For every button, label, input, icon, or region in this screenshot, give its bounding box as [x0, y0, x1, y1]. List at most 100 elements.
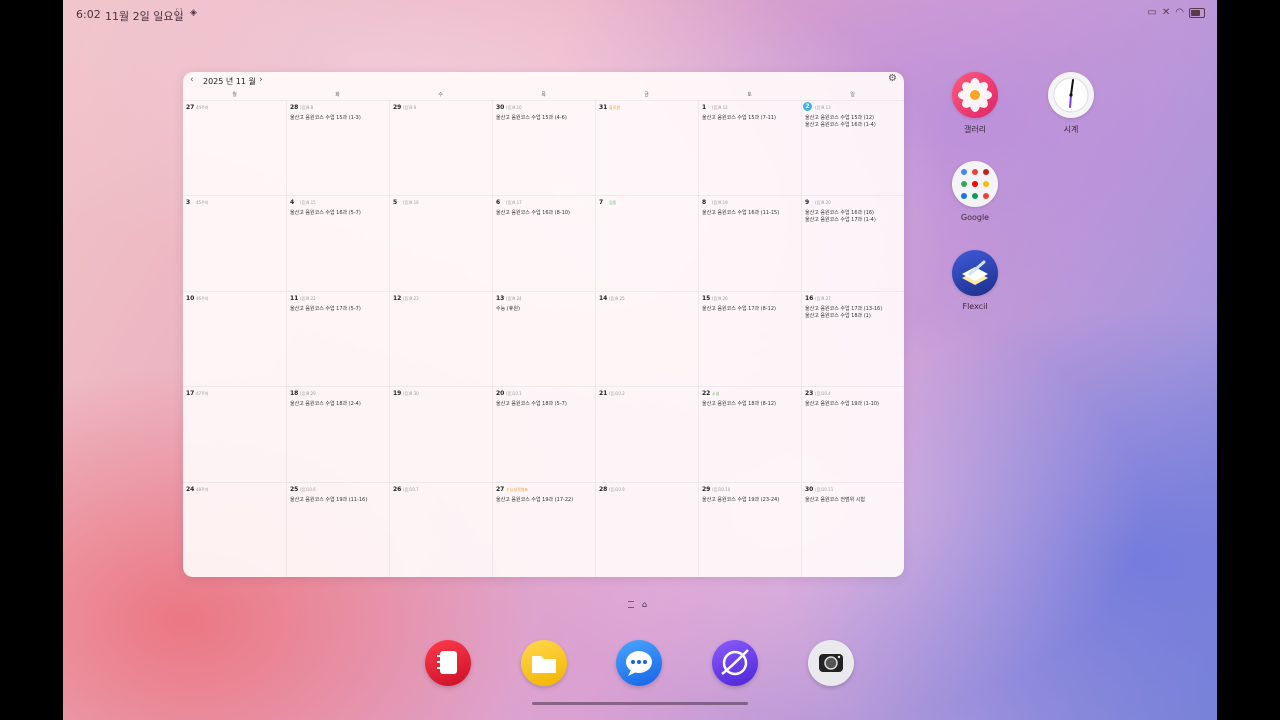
calendar-day-cell[interactable]: 17 47주차 [183, 387, 286, 482]
home-indicator[interactable] [532, 702, 748, 705]
calendar-day-cell[interactable]: 28 (음)10.9 [595, 482, 698, 577]
battery-icon [1189, 7, 1205, 18]
calendar-day-cell[interactable]: 12 (음)9.23 [389, 291, 492, 387]
calendar-day-cell[interactable]: 19 (음)9.30 [389, 387, 492, 483]
calendar-week-row: 17 47주차 18 (음)9.29 울산고 음원코스 수업 18과 (2-4) 19 (음… [183, 386, 904, 483]
app-google-folder[interactable]: Google [945, 161, 1005, 222]
calendar-day-cell[interactable]: 11 (음)9.22 울산고 음원코스 수업 17과 (5-7) [286, 291, 389, 387]
day-number: 25 [290, 485, 299, 493]
calendar-event[interactable]: 울산고 음원코스 수업 17과 (1-4) [805, 216, 876, 223]
calendar-day-cell[interactable]: 30 (음)10.11 울산고 음원코스 전범위 시험 [801, 482, 904, 577]
day-sublabel: (음)9.15 [300, 200, 316, 206]
calendar-event[interactable]: 울산고 음원코스 수업 17과 (5-7) [290, 305, 361, 312]
calendar-event[interactable]: 울산고 음원코스 수업 16과 (16) [805, 209, 874, 216]
day-sublabel: (음)9.23 [403, 295, 419, 301]
calendar-day-cell[interactable]: 22 소설 울산고 음원코스 수업 18과 (8-12) [698, 387, 801, 483]
calendar-day-cell[interactable]: 29 (음)10.10 울산고 음원코스 수업 19과 (23-24) [698, 482, 801, 577]
page-list-icon[interactable] [628, 601, 634, 608]
prev-month-button[interactable]: ‹ [190, 75, 194, 85]
weekday-label: 화 [335, 92, 340, 98]
home-page-icon[interactable]: ⌂ [642, 600, 647, 609]
calendar-event[interactable]: 울산고 음원코스 수업 18과 (8-12) [702, 400, 776, 407]
calendar-day-cell[interactable]: 15 (음)9.26 울산고 음원코스 수업 17과 (8-12) [698, 291, 801, 387]
calendar-day-cell[interactable]: 27 수능성적발표 울산고 음원코스 수업 19과 (17-22) [492, 482, 595, 577]
calendar-day-cell[interactable]: 18 (음)9.29 울산고 음원코스 수업 18과 (2-4) [286, 387, 389, 483]
calendar-day-cell[interactable]: 5 (음)9.16 [389, 196, 492, 292]
calendar-event[interactable]: 울산고 음원코스 수업 19과 (23-24) [702, 496, 779, 503]
day-number: 17 [186, 390, 195, 398]
calendar-event[interactable]: 울산고 음원코스 수업 15과 (12) [805, 114, 874, 121]
month-title[interactable]: 2025 년 11 월 [203, 76, 256, 87]
app-clock[interactable]: 시계 [1041, 72, 1101, 135]
calendar-day-cell[interactable]: 20 (음)10.1 울산고 음원코스 수업 18과 (5-7) [492, 387, 595, 483]
notes-icon[interactable] [425, 640, 471, 686]
gear-icon[interactable]: ⚙ [888, 74, 898, 84]
calendar-week-row: 3 45주차 4 (음)9.15 울산고 음원코스 수업 16과 (5-7) 5 (음)9.… [183, 195, 904, 292]
calendar-event[interactable]: 수능 (휴원) [496, 305, 520, 312]
calendar-event[interactable]: 울산고 음원코스 수업 18과 (1) [805, 312, 871, 319]
calendar-event[interactable]: 울산고 음원코스 수업 18과 (5-7) [496, 400, 567, 407]
day-number: 3 [186, 199, 191, 207]
calendar-event[interactable]: 울산고 음원코스 수업 15과 (1-3) [290, 114, 361, 121]
app-gallery[interactable]: 갤러리 [945, 72, 1005, 135]
calendar-day-cell[interactable]: 14 (음)9.25 [595, 291, 698, 387]
day-number: 9 [805, 199, 810, 207]
calendar-event[interactable]: 울산고 음원코스 수업 16과 (11-15) [702, 209, 779, 216]
calendar-event[interactable]: 울산고 음원코스 수업 15과 (7-11) [702, 114, 776, 121]
calendar-event[interactable]: 울산고 음원코스 수업 19과 (11-16) [290, 496, 367, 503]
page-indicator[interactable]: ⌂ [628, 600, 647, 609]
calendar-day-cell[interactable]: 1 (음)9.12 울산고 음원코스 수업 15과 (7-11) [698, 101, 801, 196]
nfc-icon: ◈ [190, 8, 197, 18]
day-sublabel: 47주차 [196, 391, 209, 397]
day-number: 7 [599, 199, 604, 207]
calendar-day-cell[interactable]: 24 48주차 [183, 483, 286, 577]
files-icon[interactable] [521, 640, 567, 686]
day-sublabel: (음)9.22 [300, 295, 316, 301]
calendar-event[interactable]: 울산고 음원코스 수업 18과 (2-4) [290, 400, 361, 407]
wifi-icon: ◠ [1175, 7, 1184, 18]
calendar-day-cell[interactable]: 7 입동 [595, 196, 698, 292]
calendar-day-cell[interactable]: 6 (음)9.17 울산고 음원코스 수업 16과 (8-10) [492, 196, 595, 292]
messages-icon[interactable] [616, 640, 662, 686]
calendar-day-cell[interactable]: 27 44주차 [183, 101, 286, 196]
today-marker: 2 [803, 102, 812, 111]
app-flexcil[interactable]: Flexcil [945, 250, 1005, 311]
calendar-event[interactable]: 울산고 음원코스 수업 19과 (17-22) [496, 496, 573, 503]
day-sublabel: (음)10.4 [815, 391, 831, 397]
calendar-widget[interactable]: ‹ 2025 년 11 월 › ⚙ 월화수목금토일 27 44주차 28 (음)9.8… [183, 72, 904, 577]
calendar-day-cell[interactable]: 31 할로윈 [595, 101, 698, 196]
calendar-day-cell[interactable]: 13 (음)9.24 수능 (휴원) [492, 291, 595, 387]
calendar-event[interactable]: 울산고 음원코스 수업 15과 (4-6) [496, 114, 567, 121]
calendar-event[interactable]: 울산고 음원코스 수업 16과 (8-10) [496, 209, 570, 216]
calendar-day-cell[interactable]: 26 (음)10.7 [389, 482, 492, 577]
calendar-day-cell[interactable]: 10 46주차 [183, 292, 286, 387]
calendar-day-cell[interactable]: 9 (음)9.20 울산고 음원코스 수업 16과 (16) 울산고 음원코스 수업 … [801, 196, 904, 292]
calendar-day-cell[interactable]: 30 (음)9.10 울산고 음원코스 수업 15과 (4-6) [492, 101, 595, 196]
weekday-label: 월 [232, 92, 237, 98]
calendar-day-cell[interactable]: 23 (음)10.4 울산고 음원코스 수업 19과 (1-10) [801, 387, 904, 483]
calendar-event[interactable]: 울산고 음원코스 수업 19과 (1-10) [805, 400, 879, 407]
calendar-day-cell[interactable]: 4 (음)9.15 울산고 음원코스 수업 16과 (5-7) [286, 196, 389, 292]
calendar-day-cell[interactable]: 25 (음)10.6 울산고 음원코스 수업 19과 (11-16) [286, 482, 389, 577]
calendar-day-cell[interactable]: 21 (음)10.2 [595, 387, 698, 483]
next-month-button[interactable]: › [259, 75, 263, 85]
day-number: 30 [805, 485, 814, 493]
status-bar: 6:02 11월 2일 일요일 ⛶ ◈ ▭ ✕ ◠ [63, 0, 1217, 28]
calendar-day-cell[interactable]: 29 (음)9.9 [389, 101, 492, 196]
day-sublabel: 46주차 [196, 295, 209, 301]
calendar-day-cell[interactable]: 3 45주차 [183, 196, 286, 291]
calendar-event[interactable]: 울산고 음원코스 전범위 시험 [805, 496, 865, 503]
calendar-day-cell[interactable]: 8 (음)9.19 울산고 음원코스 수업 16과 (11-15) [698, 196, 801, 292]
day-number: 27 [186, 104, 195, 111]
calendar-event[interactable]: 울산고 음원코스 수업 16과 (1-4) [805, 121, 876, 128]
calendar-event[interactable]: 울산고 음원코스 수업 17과 (13-16) [805, 305, 882, 312]
calendar-day-cell[interactable]: 28 (음)9.8 울산고 음원코스 수업 15과 (1-3) [286, 101, 389, 196]
calendar-event[interactable]: 울산고 음원코스 수업 17과 (8-12) [702, 305, 776, 312]
day-number: 13 [496, 294, 505, 302]
camera-icon[interactable] [808, 640, 854, 686]
calendar-day-cell[interactable]: 16 (음)9.27 울산고 음원코스 수업 17과 (13-16) 울산고 음원코스… [801, 291, 904, 387]
calendar-day-cell[interactable]: 2 (음)9.13 울산고 음원코스 수업 15과 (12) 울산고 음원코스 수업 … [801, 101, 904, 196]
calendar-event[interactable]: 울산고 음원코스 수업 16과 (5-7) [290, 209, 361, 216]
gallery-icon [952, 72, 998, 118]
browser-icon[interactable] [712, 640, 758, 686]
